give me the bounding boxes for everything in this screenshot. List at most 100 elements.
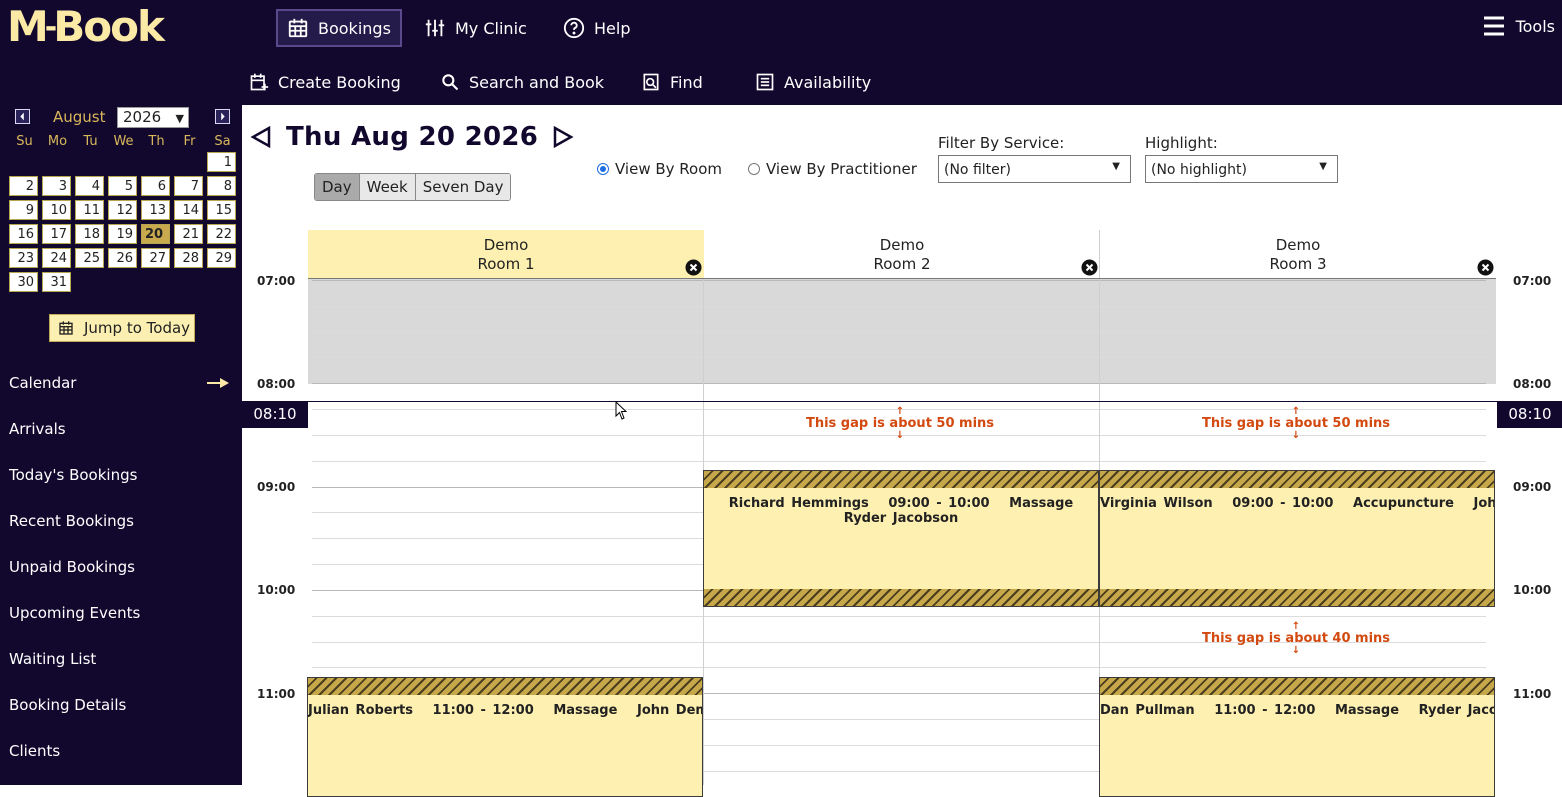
current-time-tag: 08:10 — [1497, 402, 1562, 428]
calendar-day[interactable]: 11 — [75, 200, 104, 220]
current-time-line — [242, 401, 1562, 402]
nav-help[interactable]: Help — [554, 9, 639, 47]
subnav-availability[interactable]: Availability — [755, 72, 871, 92]
gap-text: This gap is about 50 mins — [805, 416, 995, 431]
subnav-find-label: Find — [670, 72, 703, 92]
calendar-day[interactable]: 31 — [42, 272, 71, 292]
calendar-day[interactable]: 29 — [207, 248, 236, 268]
arrow-right-icon — [207, 378, 229, 388]
sidebar-item-upcoming-events[interactable]: Upcoming Events — [9, 604, 140, 622]
prev-day-icon[interactable] — [250, 125, 272, 149]
tools-menu[interactable]: Tools — [1482, 14, 1555, 38]
view-day-button[interactable]: Day — [315, 174, 360, 200]
sliders-icon — [425, 19, 445, 37]
calendar-day[interactable]: 5 — [108, 176, 137, 196]
calendar-day[interactable]: 12 — [108, 200, 137, 220]
booking-stripe — [1100, 678, 1494, 695]
calendar-day[interactable]: 3 — [42, 176, 71, 196]
calendar-day[interactable]: 4 — [75, 176, 104, 196]
calendar-day[interactable]: 2 — [9, 176, 38, 196]
sidebar-item-clients[interactable]: Clients — [9, 742, 60, 760]
time-label: 09:00 — [1513, 480, 1552, 494]
sidebar-item-arrivals[interactable]: Arrivals — [9, 420, 66, 438]
calendar-day[interactable]: 7 — [174, 176, 203, 196]
room-header-line2: Room 2 — [873, 255, 931, 273]
calendar-day[interactable]: 15 — [207, 200, 236, 220]
calendar-day[interactable]: 13 — [141, 200, 170, 220]
gap-indicator: ↑ This gap is about 40 mins ↓ — [1100, 622, 1492, 656]
calendar-day[interactable]: 30 — [9, 272, 38, 292]
prev-month-button[interactable] — [15, 109, 30, 124]
calendar-day[interactable]: 28 — [174, 248, 203, 268]
sidebar-item-waiting-list[interactable]: Waiting List — [9, 650, 96, 668]
calendar-day[interactable]: 27 — [141, 248, 170, 268]
calendar-icon — [288, 18, 308, 38]
calendar-day[interactable]: 26 — [108, 248, 137, 268]
weekday-label: Fr — [183, 134, 196, 149]
booking-stripe — [704, 589, 1098, 606]
sidebar-item-unpaid-bookings[interactable]: Unpaid Bookings — [9, 558, 135, 576]
current-time-tag: 08:10 — [242, 402, 308, 428]
time-label: 09:00 — [257, 480, 296, 494]
calendar-year-select[interactable]: 2026 ▼ — [117, 107, 189, 128]
calendar-day[interactable]: 18 — [75, 224, 104, 244]
sidebar-item-booking-details[interactable]: Booking Details — [9, 696, 126, 714]
time-label: 08:00 — [257, 377, 296, 391]
next-day-icon[interactable] — [552, 125, 574, 149]
weekday-label: Sa — [214, 134, 231, 149]
date-navigator: Thu Aug 20 2026 — [250, 120, 574, 154]
calendar-day[interactable]: 23 — [9, 248, 38, 268]
view-seven-day-button[interactable]: Seven Day — [415, 174, 511, 200]
booking-text: Julian Roberts 11:00 - 12:00 Massage Joh… — [308, 703, 703, 718]
weekday-label: Th — [148, 134, 165, 149]
close-icon[interactable] — [685, 259, 702, 276]
search-icon — [442, 74, 459, 91]
calendar-day[interactable]: 21 — [174, 224, 203, 244]
mini-calendar-header: August 2026 ▼ — [13, 107, 233, 129]
calendar-day[interactable]: 14 — [174, 200, 203, 220]
close-icon[interactable] — [1477, 259, 1494, 276]
calendar-day[interactable]: 8 — [207, 176, 236, 196]
logo[interactable]: M-Book — [7, 3, 165, 56]
calendar-day[interactable]: 25 — [75, 248, 104, 268]
time-label: 11:00 — [1513, 687, 1552, 701]
calendar-day[interactable]: 6 — [141, 176, 170, 196]
view-by-room-radio[interactable]: View By Room — [597, 160, 722, 178]
list-icon — [756, 73, 774, 91]
nav-bookings[interactable]: Bookings — [276, 9, 402, 47]
calendar-month: August — [53, 108, 106, 126]
calendar-day[interactable]: 9 — [9, 200, 38, 220]
calendar-day[interactable]: 24 — [42, 248, 71, 268]
header-underline — [308, 278, 1496, 279]
subnav-create-booking[interactable]: Create Booking — [249, 72, 401, 92]
booking-block[interactable]: Dan Pullman 11:00 - 12:00 Massage Ryder … — [1099, 677, 1495, 797]
subnav-availability-label: Availability — [784, 72, 872, 92]
highlight-select[interactable]: (No highlight) ▼ — [1145, 155, 1338, 183]
jump-to-today-button[interactable]: Jump to Today — [49, 314, 195, 342]
calendar-day[interactable]: 16 — [9, 224, 38, 244]
close-icon[interactable] — [1081, 259, 1098, 276]
calendar-day[interactable]: 19 — [108, 224, 137, 244]
nav-my-clinic[interactable]: My Clinic — [415, 9, 536, 47]
booking-block[interactable]: Richard Hemmings 09:00 - 10:00 Massage Ry… — [703, 470, 1099, 607]
next-month-button[interactable] — [215, 109, 230, 124]
calendar-day[interactable]: 10 — [42, 200, 71, 220]
calendar-day-selected[interactable]: 20 — [141, 224, 170, 244]
calendar-day[interactable]: 22 — [207, 224, 236, 244]
booking-block[interactable]: Julian Roberts 11:00 - 12:00 Massage Joh… — [307, 677, 703, 797]
grid-line — [312, 332, 1486, 333]
room-header-line2: Room 1 — [477, 255, 535, 273]
subnav-find[interactable]: Find — [641, 72, 703, 92]
booking-block[interactable]: Virginia Wilson 09:00 - 10:00 Accupunctu… — [1099, 470, 1495, 607]
filter-select[interactable]: (No filter) ▼ — [938, 155, 1131, 183]
calendar-day[interactable]: 17 — [42, 224, 71, 244]
booking-text: Dan Pullman 11:00 - 12:00 Massage Ryder … — [1100, 703, 1495, 718]
grid-line — [312, 280, 1486, 281]
view-by-practitioner-radio[interactable]: View By Practitioner — [748, 160, 917, 178]
view-week-button[interactable]: Week — [359, 174, 416, 200]
sidebar-item-today-s-bookings[interactable]: Today's Bookings — [9, 466, 137, 484]
sidebar-item-recent-bookings[interactable]: Recent Bookings — [9, 512, 134, 530]
sidebar-item-calendar[interactable]: Calendar — [9, 374, 76, 392]
calendar-day[interactable]: 1 — [207, 152, 236, 172]
subnav-search-and-book[interactable]: Search and Book — [440, 72, 604, 92]
